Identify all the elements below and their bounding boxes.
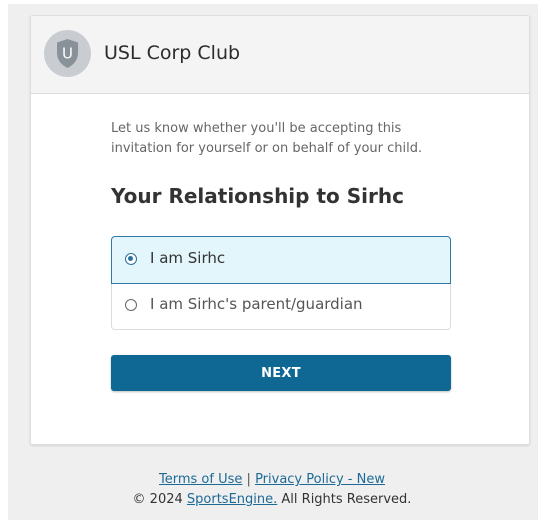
footer: Terms of Use | Privacy Policy - New © 20… bbox=[0, 470, 544, 510]
invitation-card: U USL Corp Club Let us know whether you'… bbox=[30, 15, 530, 445]
shield-icon: U bbox=[57, 39, 78, 68]
option-guardian-label: I am Sirhc's parent/guardian bbox=[150, 295, 363, 313]
sportsengine-link[interactable]: SportsEngine. bbox=[187, 492, 277, 507]
radio-empty-icon[interactable] bbox=[125, 299, 137, 311]
card-header: U USL Corp Club bbox=[31, 16, 529, 94]
org-title: USL Corp Club bbox=[104, 42, 241, 64]
copyright-row: © 2024 SportsEngine. All Rights Reserved… bbox=[0, 490, 544, 510]
radio-selected-icon[interactable] bbox=[125, 253, 137, 265]
intro-text: Let us know whether you'll be accepting … bbox=[111, 121, 423, 156]
copyright-prefix: © 2024 bbox=[132, 492, 183, 507]
logo-letter: U bbox=[62, 45, 73, 63]
footer-links-row: Terms of Use | Privacy Policy - New bbox=[0, 470, 544, 490]
option-self-label: I am Sirhc bbox=[150, 249, 226, 267]
terms-of-use-link[interactable]: Terms of Use bbox=[159, 472, 242, 487]
option-guardian[interactable]: I am Sirhc's parent/guardian bbox=[111, 284, 451, 330]
option-self[interactable]: I am Sirhc bbox=[111, 236, 451, 284]
footer-separator: | bbox=[246, 472, 251, 487]
copyright-suffix: All Rights Reserved. bbox=[281, 492, 412, 507]
next-button[interactable]: NEXT bbox=[111, 355, 451, 391]
privacy-policy-link[interactable]: Privacy Policy - New bbox=[255, 472, 385, 487]
org-logo: U bbox=[44, 30, 91, 77]
relationship-options: I am Sirhc I am Sirhc's parent/guardian bbox=[111, 236, 451, 330]
relationship-heading: Your Relationship to Sirhc bbox=[111, 184, 404, 208]
